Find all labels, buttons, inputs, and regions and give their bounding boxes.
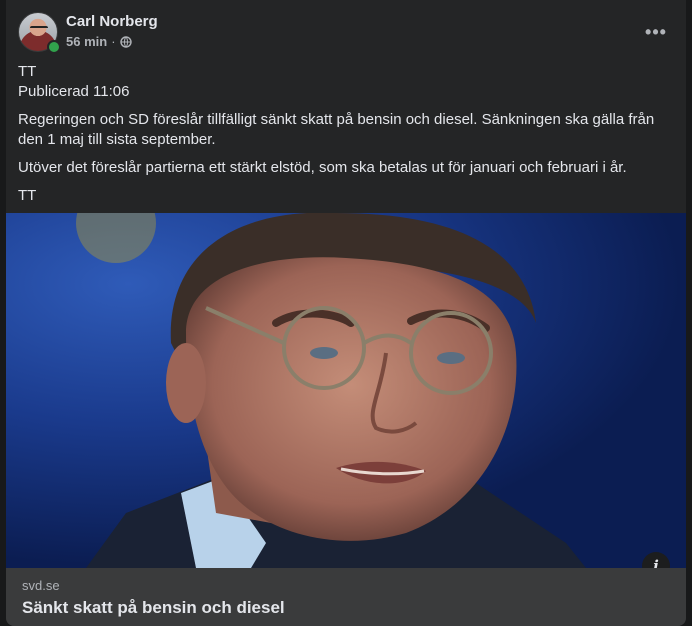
avatar-glasses <box>30 26 48 33</box>
portrait-illustration <box>76 213 586 568</box>
post-text: TT Publicerad 11:06 Regeringen och SD fö… <box>18 62 668 214</box>
feed-post: Carl Norberg 56 min · ••• TT Publicerad … <box>6 0 686 626</box>
online-status-indicator <box>47 40 61 54</box>
link-preview[interactable]: svd.se Sänkt skatt på bensin och diesel <box>6 568 686 626</box>
post-text-line: TT <box>18 187 37 204</box>
link-domain: svd.se <box>22 578 60 593</box>
post-text-paragraph: Regeringen och SD föreslår tillfälligt s… <box>18 111 655 148</box>
link-image[interactable] <box>6 213 686 568</box>
post-text-paragraph: Utöver det föreslår partierna ett stärkt… <box>18 159 627 176</box>
globe-icon[interactable] <box>119 35 132 48</box>
more-options-button[interactable]: ••• <box>640 16 672 48</box>
post-meta: 56 min · <box>66 34 132 49</box>
post-text-line: Publicerad 11:06 <box>18 83 130 100</box>
post-time[interactable]: 56 min <box>66 34 107 49</box>
meta-separator: · <box>111 34 116 49</box>
post-text-line: TT <box>18 63 37 80</box>
more-options-icon: ••• <box>645 22 667 42</box>
author-name[interactable]: Carl Norberg <box>66 13 158 30</box>
post-header: Carl Norberg 56 min · ••• <box>18 12 674 54</box>
link-title[interactable]: Sänkt skatt på bensin och diesel <box>22 598 285 618</box>
